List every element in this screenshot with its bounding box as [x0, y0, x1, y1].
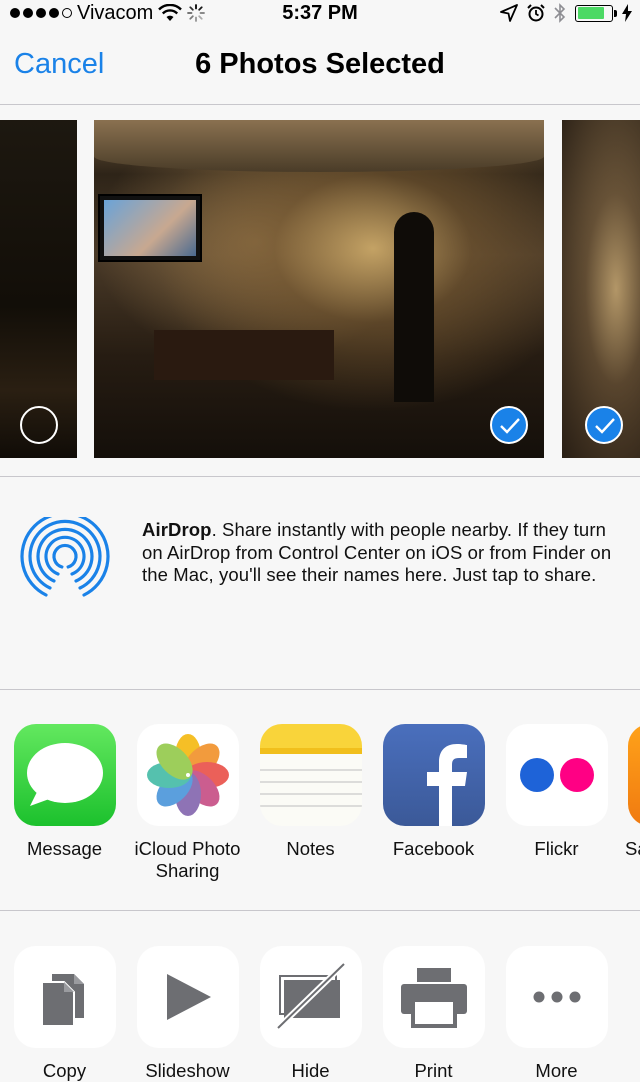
- action-label: Print: [414, 1060, 453, 1081]
- photo-thumbnail[interactable]: [562, 120, 640, 458]
- partial-app-icon: [628, 724, 640, 826]
- notes-icon: [259, 724, 362, 826]
- photo-thumbnail[interactable]: [94, 120, 544, 458]
- photos-icon: [136, 724, 239, 826]
- airdrop-title: AirDrop: [142, 519, 212, 540]
- page-title: 6 Photos Selected: [195, 48, 445, 80]
- app-label: Flickr: [534, 838, 579, 859]
- share-app-partial[interactable]: Sa: [617, 724, 640, 860]
- photo-ceiling: [94, 120, 544, 172]
- share-app-facebook[interactable]: Facebook: [372, 724, 495, 860]
- app-label: Sa: [625, 838, 640, 859]
- photo-carousel[interactable]: [0, 104, 640, 477]
- airdrop-body: . Share instantly with people nearby. If…: [142, 519, 612, 585]
- bluetooth-icon: [554, 3, 566, 23]
- facebook-icon: [382, 724, 485, 826]
- hide-icon: [259, 946, 362, 1048]
- share-actions-row[interactable]: Copy Slideshow Hide Print More: [0, 911, 640, 1082]
- navigation-bar: Cancel 6 Photos Selected: [0, 26, 640, 105]
- selected-checkmark-icon[interactable]: [585, 406, 623, 444]
- app-label: iCloud Photo Sharing: [134, 838, 241, 881]
- share-app-flickr[interactable]: Flickr: [495, 724, 618, 860]
- photo-tv: [98, 194, 202, 262]
- photo-table: [154, 330, 334, 380]
- copy-icon: [13, 946, 116, 1048]
- selection-circle-icon[interactable]: [20, 406, 58, 444]
- photo-arch: [394, 212, 434, 402]
- flickr-icon: [505, 724, 608, 826]
- action-label: Copy: [42, 1060, 87, 1081]
- action-label: Hide: [291, 1060, 330, 1081]
- location-arrow-icon: [500, 4, 518, 22]
- airdrop-icon: [20, 517, 110, 603]
- app-label: Facebook: [392, 838, 475, 859]
- photo-thumbnail[interactable]: [0, 120, 77, 458]
- status-bar: Vivacom 5:37 PM: [0, 0, 640, 26]
- print-icon: [382, 946, 485, 1048]
- hide-button[interactable]: Hide: [249, 946, 372, 1082]
- action-label: More: [535, 1060, 578, 1081]
- share-app-icloud-photo-sharing[interactable]: iCloud Photo Sharing: [126, 724, 249, 882]
- print-button[interactable]: Print: [372, 946, 495, 1082]
- alarm-icon: [527, 4, 545, 22]
- action-label: Slideshow: [145, 1060, 230, 1081]
- status-right: [500, 0, 632, 26]
- slideshow-icon: [136, 946, 239, 1048]
- app-label: Message: [26, 838, 103, 859]
- slideshow-button[interactable]: Slideshow: [126, 946, 249, 1082]
- battery-icon: [575, 4, 617, 22]
- airdrop-description: AirDrop. Share instantly with people nea…: [142, 519, 622, 587]
- more-icon: [505, 946, 608, 1048]
- app-label: Notes: [286, 838, 335, 859]
- copy-button[interactable]: Copy: [3, 946, 126, 1082]
- share-app-notes[interactable]: Notes: [249, 724, 372, 860]
- airdrop-section: AirDrop. Share instantly with people nea…: [0, 477, 640, 690]
- share-app-message[interactable]: Message: [3, 724, 126, 860]
- share-apps-row[interactable]: Message iCloud Photo Sharing Notes Faceb…: [0, 690, 640, 911]
- selected-checkmark-icon[interactable]: [490, 406, 528, 444]
- messages-icon: [13, 724, 116, 826]
- charging-bolt-icon: [622, 4, 632, 22]
- more-button[interactable]: More: [495, 946, 618, 1082]
